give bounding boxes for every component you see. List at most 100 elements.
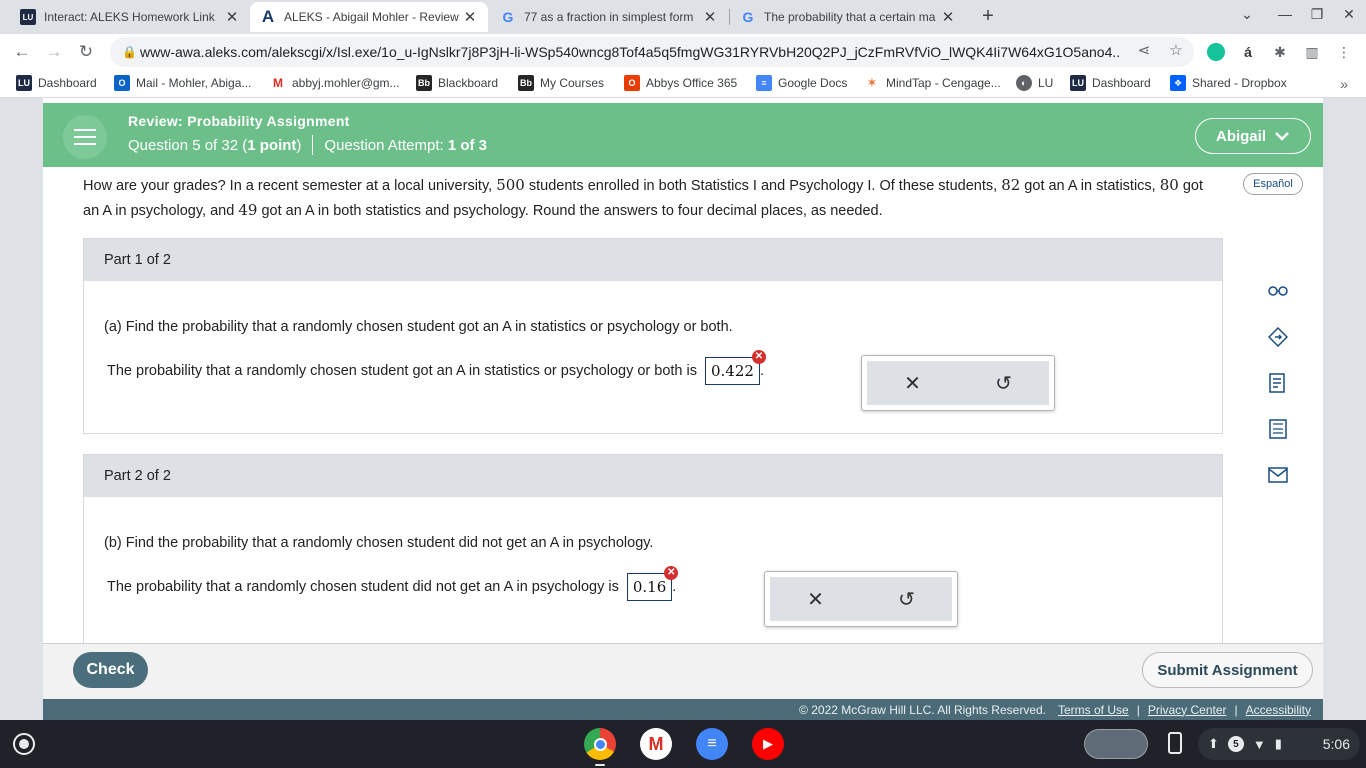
- more-menu-icon[interactable]: ⋮: [1334, 42, 1354, 62]
- star-icon[interactable]: ☆: [1166, 41, 1186, 59]
- error-icon: ✕: [751, 350, 766, 364]
- grammarly-icon[interactable]: [1206, 42, 1226, 62]
- calculator-icon[interactable]: [1265, 416, 1291, 442]
- running-indicator: [595, 764, 605, 766]
- clear-icon[interactable]: ✕: [898, 371, 928, 396]
- close-window-icon[interactable]: ✕: [1338, 6, 1360, 23]
- accent-extension-icon[interactable]: á: [1238, 42, 1258, 62]
- side-toolbar: [1265, 278, 1295, 508]
- close-icon[interactable]: ✕: [224, 8, 240, 26]
- problem-statement: How are your grades? In a recent semeste…: [83, 176, 1203, 219]
- bookmark-lu[interactable]: ◐ LU: [1016, 75, 1053, 91]
- error-icon: ✕: [664, 566, 679, 580]
- minimize-icon[interactable]: —: [1274, 6, 1296, 22]
- forward-icon[interactable]: →: [42, 40, 66, 64]
- clear-icon[interactable]: ✕: [801, 587, 831, 612]
- virtual-desks[interactable]: [1084, 729, 1148, 759]
- bookmark-gmail[interactable]: M abbyj.mohler@gm...: [270, 75, 400, 91]
- answer-tools: ✕ ↺: [861, 355, 1055, 411]
- tools-panel: ✕ ↺: [867, 361, 1049, 405]
- battery-icon: ▮: [1274, 736, 1282, 751]
- docs-icon[interactable]: ≡: [696, 728, 728, 760]
- close-icon[interactable]: ✕: [702, 8, 718, 26]
- bookmark-blackboard[interactable]: Bb Blackboard: [416, 75, 498, 91]
- bookmark-dashboard-2[interactable]: LU Dashboard: [1070, 75, 1151, 91]
- lu-icon: LU: [16, 75, 32, 91]
- accessibility-link[interactable]: Accessibility: [1246, 703, 1311, 717]
- os-taskbar: M ≡ ▶ ⬆ 5 ▼ ▮ 5:06: [0, 720, 1366, 768]
- mindtap-icon: ✶: [866, 75, 878, 90]
- side-panel-icon[interactable]: ▥: [1302, 42, 1322, 62]
- aleks-icon: A: [261, 7, 275, 26]
- launcher-dot: [19, 739, 29, 749]
- extensions-puzzle-icon[interactable]: ✱: [1270, 42, 1290, 62]
- menu-button[interactable]: [63, 115, 107, 159]
- notification-badge: 5: [1227, 736, 1244, 752]
- gmail-icon: M: [273, 76, 283, 90]
- separator: |: [1136, 702, 1140, 717]
- system-tray[interactable]: ⬆ 5 ▼ ▮ 5:06: [1198, 728, 1360, 760]
- espanol-button[interactable]: Español: [1243, 173, 1303, 195]
- chevron-right-icon[interactable]: »: [1340, 76, 1348, 92]
- upload-icon: ⬆: [1208, 736, 1219, 751]
- terms-link[interactable]: Terms of Use: [1058, 703, 1129, 717]
- lu-icon: LU: [1070, 75, 1086, 91]
- undo-icon[interactable]: ↺: [892, 587, 922, 612]
- privacy-link[interactable]: Privacy Center: [1148, 703, 1227, 717]
- restore-icon[interactable]: ❐: [1306, 6, 1328, 23]
- lu-icon: LU: [20, 9, 36, 25]
- tab-aleks-review[interactable]: A ALEKS - Abigail Mohler - Review ✕: [250, 2, 488, 32]
- chevron-down-icon[interactable]: ⌄: [1236, 6, 1258, 23]
- answer-input[interactable]: 0.16 ✕: [626, 566, 679, 601]
- part-header: Part 2 of 2: [84, 455, 1222, 497]
- reload-icon[interactable]: ↻: [74, 40, 98, 64]
- dropbox-icon: ❖: [1170, 75, 1186, 91]
- new-tab-icon[interactable]: +: [975, 4, 1001, 30]
- bookmark-dashboard[interactable]: LU Dashboard: [16, 75, 97, 91]
- part-header: Part 1 of 2: [84, 239, 1222, 281]
- address-bar[interactable]: 🔒 www-awa.aleks.com/alekscgi/x/Isl.exe/1…: [110, 37, 1194, 67]
- eraser-icon[interactable]: [1265, 324, 1291, 350]
- close-icon[interactable]: ✕: [462, 8, 478, 26]
- bookmarks-bar: LU Dashboard O Mail - Mohler, Abiga... M…: [0, 70, 1366, 98]
- bookmark-mail[interactable]: O Mail - Mohler, Abiga...: [114, 75, 251, 91]
- outlook-icon: O: [114, 75, 130, 91]
- answer-input[interactable]: 0.422 ✕: [705, 350, 766, 385]
- hamburger-icon: [74, 143, 96, 145]
- browser-toolbar: ← → ↻ 🔒 www-awa.aleks.com/alekscgi/x/Isl…: [0, 34, 1366, 70]
- user-menu-button[interactable]: Abigail: [1195, 118, 1311, 154]
- divider: [312, 135, 314, 155]
- chevron-down-icon: [1275, 132, 1289, 141]
- undo-icon[interactable]: ↺: [989, 371, 1019, 396]
- tab-probability-search[interactable]: G The probability that a certain ma ✕: [730, 2, 966, 32]
- gmail-icon[interactable]: M: [640, 728, 672, 760]
- assignment-header: Review: Probability Assignment Question …: [43, 103, 1323, 167]
- bookmark-office-365[interactable]: O Abbys Office 365: [624, 75, 737, 91]
- back-icon[interactable]: ←: [10, 40, 34, 64]
- close-icon[interactable]: ✕: [940, 8, 956, 26]
- chrome-icon[interactable]: [584, 728, 616, 760]
- aleks-app: Review: Probability Assignment Question …: [43, 98, 1323, 720]
- url-text[interactable]: www-awa.aleks.com/alekscgi/x/Isl.exe/1o_…: [140, 44, 1120, 60]
- check-button[interactable]: Check: [73, 652, 148, 688]
- answer-row: The probability that a randomly chosen s…: [107, 350, 766, 385]
- bookmark-google-docs[interactable]: ≡ Google Docs: [756, 75, 847, 91]
- separator: |: [1234, 702, 1238, 717]
- part-1: Part 1 of 2 (a) Find the probability tha…: [83, 238, 1223, 434]
- tab-fraction-search[interactable]: G 77 as a fraction in simplest form ✕: [490, 2, 728, 32]
- share-icon[interactable]: ⋖: [1134, 41, 1154, 59]
- bookmark-dropbox[interactable]: ❖ Shared - Dropbox: [1170, 75, 1287, 91]
- part-question: (b) Find the probability that a randomly…: [104, 535, 654, 551]
- youtube-icon[interactable]: ▶: [752, 728, 784, 760]
- launcher-icon[interactable]: [13, 733, 35, 755]
- bookmark-mindtap[interactable]: ✶ MindTap - Cengage...: [864, 75, 1001, 91]
- clock: 5:06: [1322, 736, 1350, 752]
- notes-icon[interactable]: [1265, 370, 1291, 396]
- submit-assignment-button[interactable]: Submit Assignment: [1142, 652, 1313, 688]
- bookmark-my-courses[interactable]: Bb My Courses: [518, 75, 604, 91]
- tab-aleks-homework-link[interactable]: LU Interact: ALEKS Homework Link ✕: [10, 2, 250, 32]
- mail-icon[interactable]: [1265, 462, 1291, 488]
- phone-hub-icon[interactable]: [1168, 732, 1182, 754]
- hamburger-icon: [74, 136, 96, 138]
- glasses-icon[interactable]: [1265, 278, 1291, 304]
